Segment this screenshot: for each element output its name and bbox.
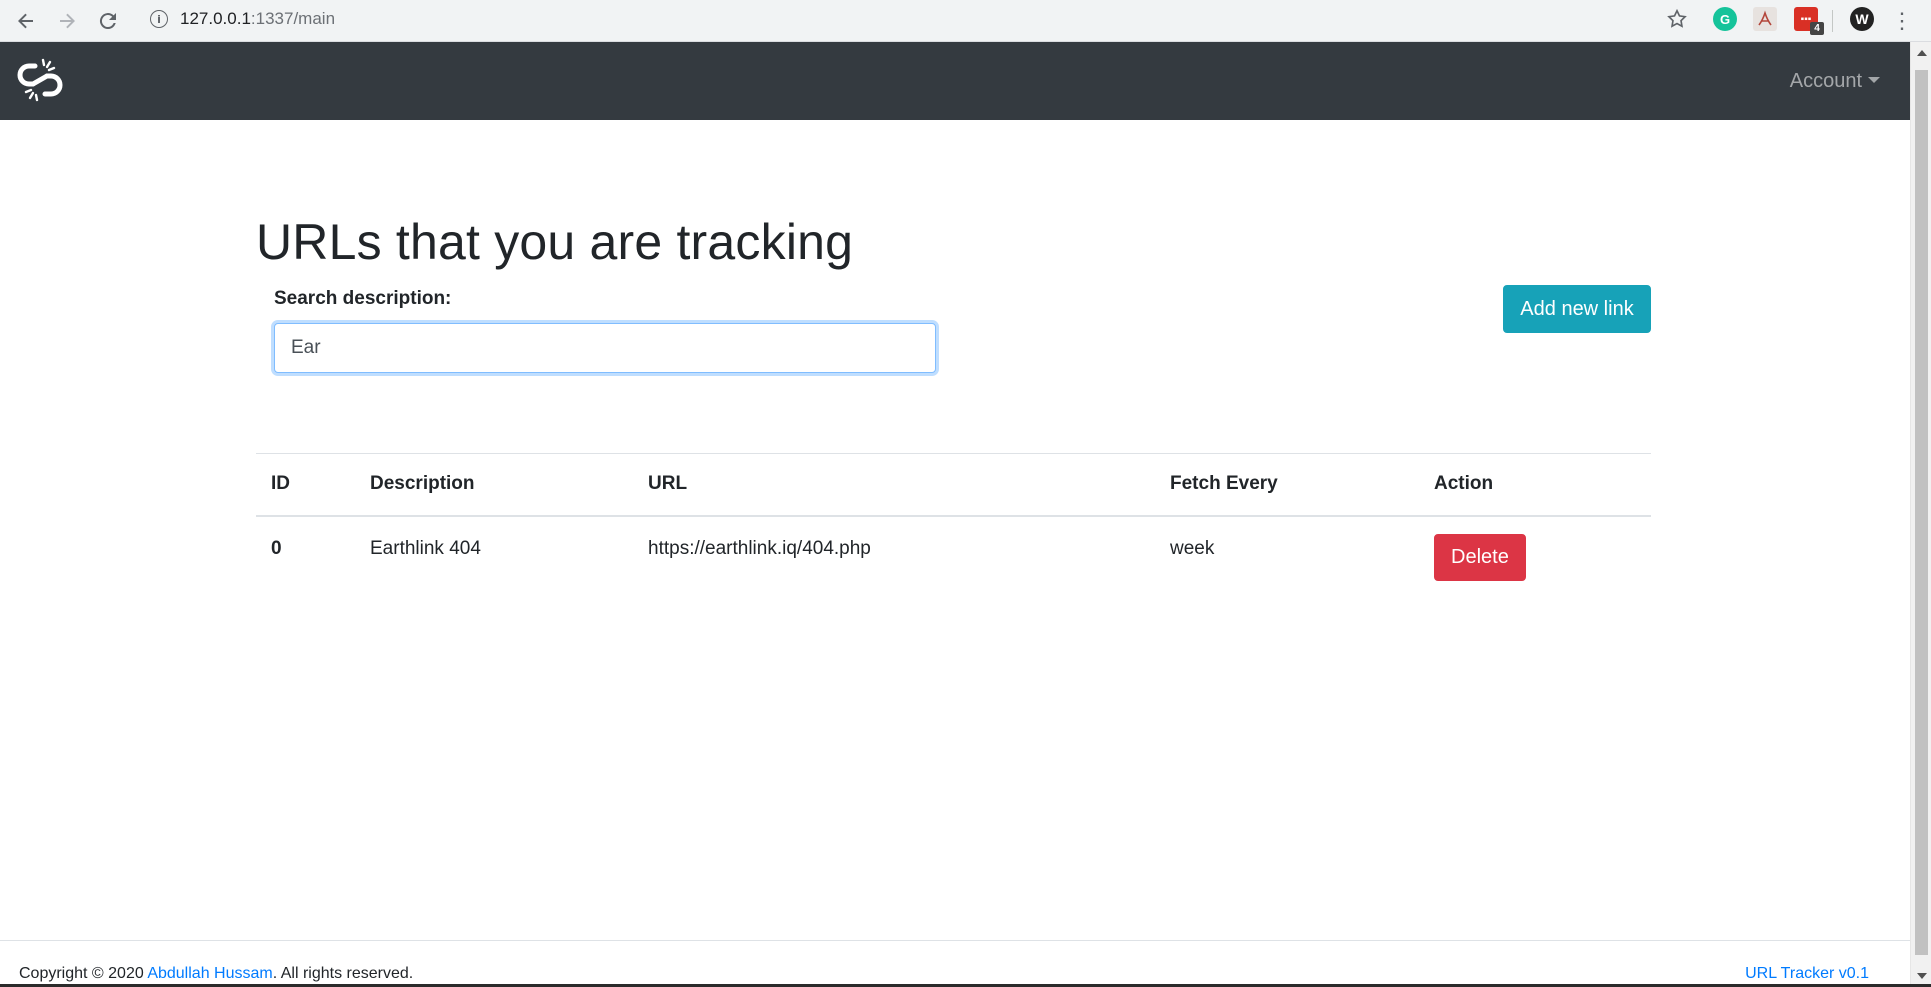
scroll-up-arrow-icon[interactable] [1917, 50, 1927, 56]
reload-icon[interactable] [92, 5, 124, 37]
cell-description: Earthlink 404 [370, 538, 481, 559]
address-url[interactable]: 127.0.0.1:1337/main [180, 9, 335, 29]
browser-menu-icon[interactable]: ⋮ [1891, 5, 1913, 37]
url-host: 127.0.0.1 [180, 9, 251, 28]
copyright-suffix: . All rights reserved. [272, 965, 414, 982]
browser-toolbar: i 127.0.0.1:1337/main G ▪▪▪ 4 W ⋮ [0, 0, 1931, 42]
delete-button[interactable]: Delete [1434, 533, 1526, 581]
table-header-row: ID Description URL Fetch Every Action [256, 453, 1651, 516]
calendar-icon[interactable]: ▪▪▪ 4 [1794, 7, 1824, 35]
account-label: Account [1789, 70, 1862, 92]
header-id: ID [271, 473, 290, 495]
broken-link-icon[interactable] [17, 56, 63, 104]
table-row: 0 Earthlink 404 https://earthlink.iq/404… [256, 516, 1651, 582]
page-scrollbar[interactable] [1910, 42, 1931, 987]
search-input[interactable] [274, 323, 936, 373]
bookmark-star-icon[interactable] [1662, 4, 1692, 34]
header-fetch-every: Fetch Every [1170, 473, 1278, 495]
pdf-icon[interactable] [1753, 7, 1777, 31]
header-description: Description [370, 473, 475, 495]
caret-down-icon [1868, 77, 1880, 83]
search-label: Search description: [274, 288, 452, 309]
cell-url: https://earthlink.iq/404.php [648, 538, 871, 559]
cell-id: 0 [271, 538, 282, 559]
app-navbar: Account [0, 42, 1910, 120]
header-action: Action [1434, 473, 1494, 495]
address-bar[interactable]: i 127.0.0.1:1337/main [136, 2, 1684, 36]
toolbar-divider [1832, 10, 1833, 32]
copyright-prefix: Copyright © 2020 [19, 965, 148, 982]
add-new-link-button[interactable]: Add new link [1503, 285, 1651, 333]
tracked-urls-table: ID Description URL Fetch Every Action 0 … [256, 453, 1651, 582]
forward-arrow-icon[interactable] [51, 5, 83, 37]
wordpress-icon[interactable]: W [1850, 7, 1874, 31]
header-url: URL [648, 473, 688, 495]
grammarly-icon[interactable]: G [1713, 7, 1737, 31]
page-footer: Copyright © 2020 Abdullah Hussam. All ri… [0, 940, 1910, 987]
scrollbar-thumb[interactable] [1915, 70, 1928, 955]
scroll-down-arrow-icon[interactable] [1917, 973, 1927, 979]
copyright-text: Copyright © 2020 Abdullah Hussam. All ri… [19, 965, 413, 983]
calendar-badge: 4 [1810, 22, 1824, 35]
cell-action: Delete [1419, 516, 1651, 582]
version-link[interactable]: URL Tracker v0.1 [1745, 965, 1869, 983]
page-title: URLs that you are tracking [256, 214, 854, 270]
url-path: :1337/main [250, 9, 336, 28]
info-icon[interactable]: i [150, 10, 168, 28]
author-link[interactable]: Abdullah Hussam [147, 965, 272, 982]
back-arrow-icon[interactable] [10, 5, 42, 37]
cell-fetch-every: week [1170, 538, 1215, 559]
account-dropdown[interactable]: Account [1790, 70, 1880, 93]
